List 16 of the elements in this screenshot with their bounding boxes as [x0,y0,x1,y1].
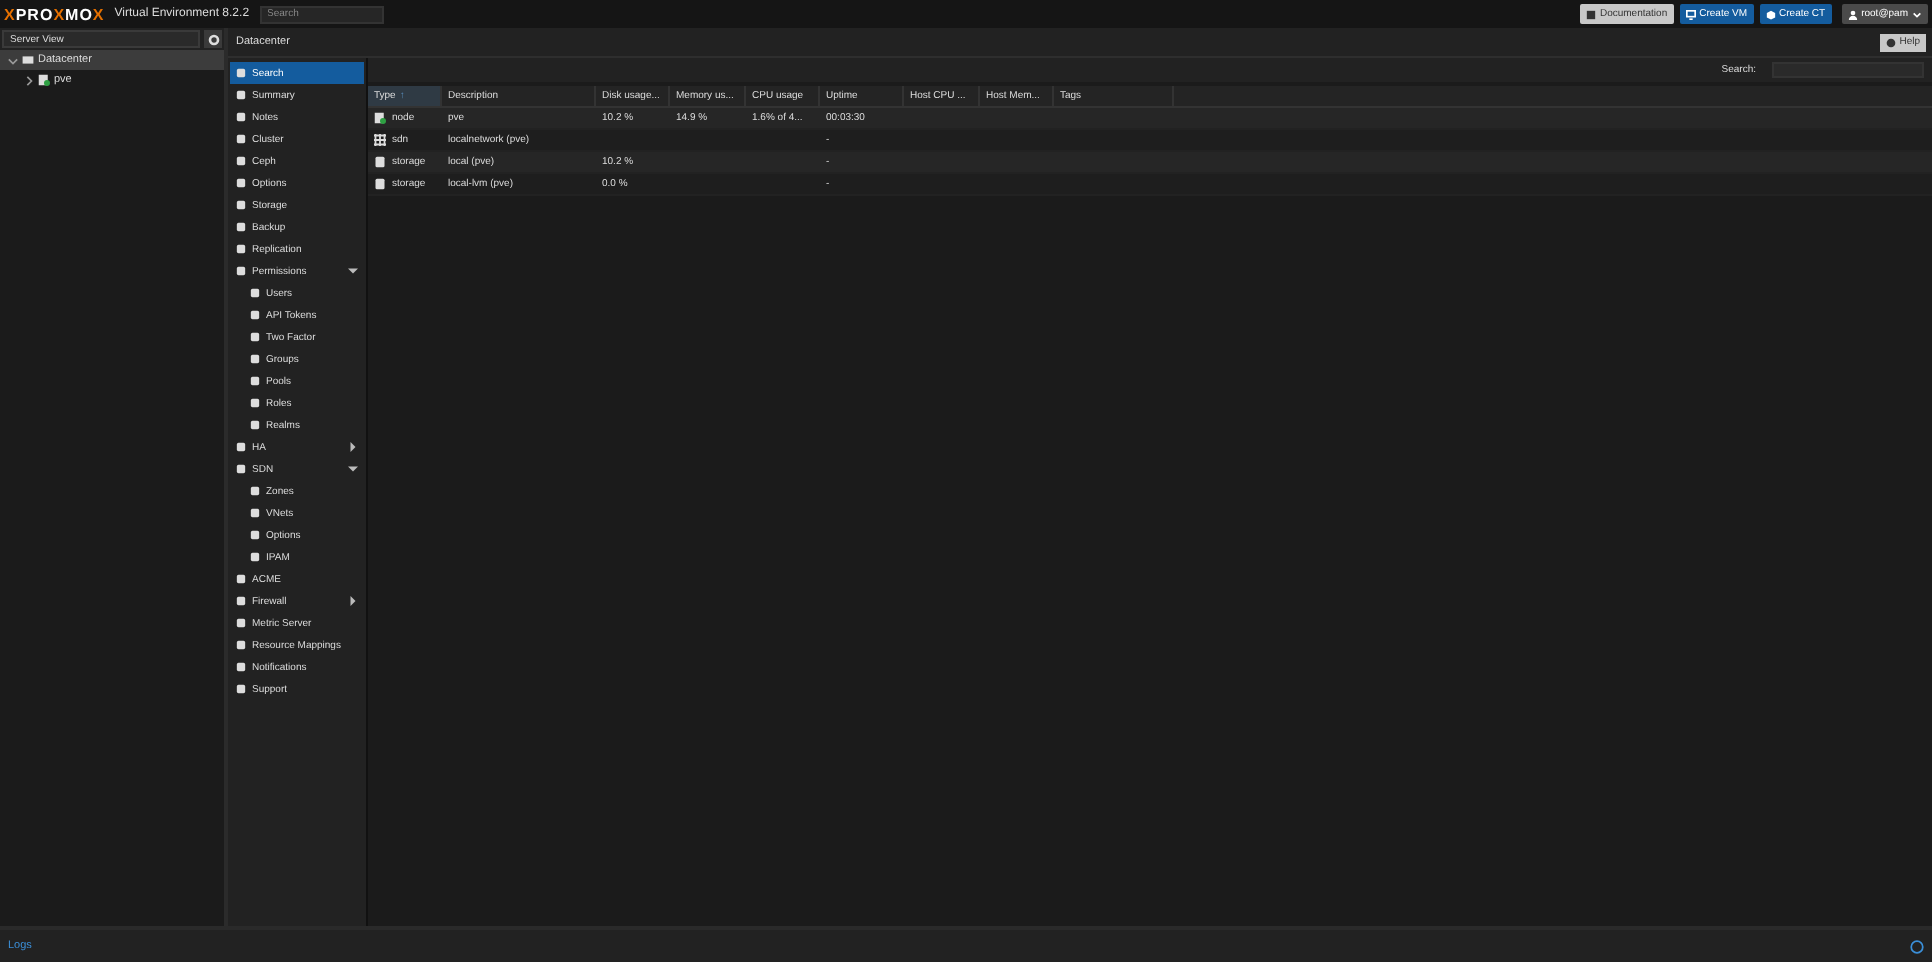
building-icon [22,54,34,66]
settings-button[interactable] [204,30,222,48]
caret-down-icon [1912,9,1922,19]
caret-down-icon[interactable] [348,266,358,276]
logo: XPROXMOX [4,5,105,23]
cube-icon [1765,9,1776,19]
caret-right-icon[interactable] [24,75,34,85]
caret-down-icon[interactable] [8,55,18,65]
user-icon [1847,9,1858,19]
caret-down-icon[interactable] [348,464,358,474]
caret-right-icon[interactable] [348,442,358,452]
server-icon [38,74,50,86]
grid-icon [374,134,386,146]
server-icon [374,112,386,124]
monitor-icon [1685,9,1696,19]
caret-right-icon[interactable] [348,596,358,606]
